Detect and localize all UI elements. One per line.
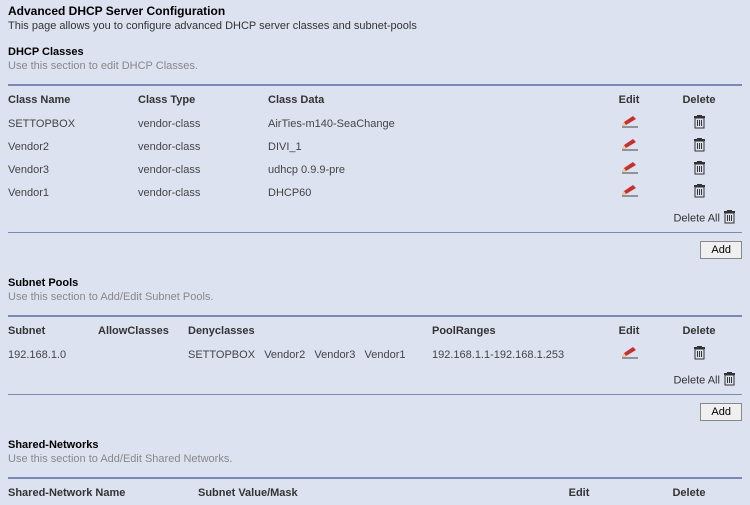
class-data: DIVI_1 bbox=[268, 135, 602, 158]
trash-icon[interactable] bbox=[693, 346, 706, 363]
pool-ranges: 192.168.1.1-192.168.1.253 bbox=[432, 343, 602, 366]
table-row: 192.168.1.0 SETTOPBOX Vendor2 Vendor3 Ven… bbox=[8, 343, 742, 366]
col-header-subnet-mask: Subnet Value/Mask bbox=[198, 485, 522, 505]
table-row: Vendor1vendor-classDHCP60 bbox=[8, 181, 742, 204]
page-subtitle: This page allows you to configure advanc… bbox=[0, 20, 750, 40]
shared-section-help: Use this section to Add/Edit Shared Netw… bbox=[8, 451, 742, 471]
subnet-section-help: Use this section to Add/Edit Subnet Pool… bbox=[8, 289, 742, 309]
table-row: Vendor2vendor-classDIVI_1 bbox=[8, 135, 742, 158]
col-header-type: Class Type bbox=[138, 92, 268, 112]
subnet-value: 192.168.1.0 bbox=[8, 343, 98, 366]
classes-table: Class Name Class Type Class Data Edit De… bbox=[8, 92, 742, 230]
shared-section-title: Shared-Networks bbox=[8, 439, 742, 451]
pencil-icon[interactable] bbox=[620, 162, 638, 177]
subnet-section-title: Subnet Pools bbox=[8, 277, 742, 289]
class-type: vendor-class bbox=[138, 112, 268, 135]
col-header-edit: Edit bbox=[602, 323, 662, 343]
col-header-delete: Delete bbox=[662, 92, 742, 112]
trash-icon[interactable] bbox=[693, 161, 706, 178]
delete-all-label: Delete All bbox=[673, 374, 719, 386]
page-title: Advanced DHCP Server Configuration bbox=[0, 0, 750, 20]
class-data: udhcp 0.9.9-pre bbox=[268, 158, 602, 181]
trash-icon[interactable] bbox=[693, 184, 706, 201]
col-header-subnet: Subnet bbox=[8, 323, 98, 343]
classes-section-title: DHCP Classes bbox=[8, 46, 742, 58]
pencil-icon[interactable] bbox=[620, 116, 638, 131]
pencil-icon[interactable] bbox=[620, 139, 638, 154]
class-type: vendor-class bbox=[138, 181, 268, 204]
class-name: Vendor2 bbox=[8, 135, 138, 158]
divider bbox=[8, 315, 742, 317]
add-button[interactable]: Add bbox=[700, 403, 742, 421]
trash-icon[interactable] bbox=[723, 210, 736, 227]
col-header-deny: Denyclasses bbox=[188, 323, 432, 343]
allow-classes bbox=[98, 343, 188, 366]
trash-icon[interactable] bbox=[693, 138, 706, 155]
pencil-icon[interactable] bbox=[620, 347, 638, 362]
col-header-ranges: PoolRanges bbox=[432, 323, 602, 343]
deny-classes: SETTOPBOX Vendor2 Vendor3 Vendor1 bbox=[188, 343, 432, 366]
classes-section-help: Use this section to edit DHCP Classes. bbox=[8, 58, 742, 78]
pencil-icon[interactable] bbox=[620, 185, 638, 200]
subnet-table: Subnet AllowClasses Denyclasses PoolRang… bbox=[8, 323, 742, 392]
divider bbox=[8, 84, 742, 86]
delete-all-label: Delete All bbox=[673, 212, 719, 224]
class-name: Vendor1 bbox=[8, 181, 138, 204]
col-header-name: Class Name bbox=[8, 92, 138, 112]
trash-icon[interactable] bbox=[723, 372, 736, 389]
class-type: vendor-class bbox=[138, 135, 268, 158]
class-data: DHCP60 bbox=[268, 181, 602, 204]
col-header-data: Class Data bbox=[268, 92, 602, 112]
trash-icon[interactable] bbox=[693, 115, 706, 132]
col-header-edit: Edit bbox=[522, 485, 642, 505]
col-header-allow: AllowClasses bbox=[98, 323, 188, 343]
col-header-delete: Delete bbox=[642, 485, 742, 505]
col-header-edit: Edit bbox=[602, 92, 662, 112]
class-data: AirTies-m140-SeaChange bbox=[268, 112, 602, 135]
col-header-shared-name: Shared-Network Name bbox=[8, 485, 198, 505]
divider bbox=[8, 477, 742, 479]
table-row: Vendor3vendor-classudhcp 0.9.9-pre bbox=[8, 158, 742, 181]
shared-table: Shared-Network Name Subnet Value/Mask Ed… bbox=[8, 485, 742, 505]
add-button[interactable]: Add bbox=[700, 241, 742, 259]
table-row: SETTOPBOXvendor-classAirTies-m140-SeaCha… bbox=[8, 112, 742, 135]
col-header-delete: Delete bbox=[662, 323, 742, 343]
class-name: SETTOPBOX bbox=[8, 112, 138, 135]
class-name: Vendor3 bbox=[8, 158, 138, 181]
class-type: vendor-class bbox=[138, 158, 268, 181]
